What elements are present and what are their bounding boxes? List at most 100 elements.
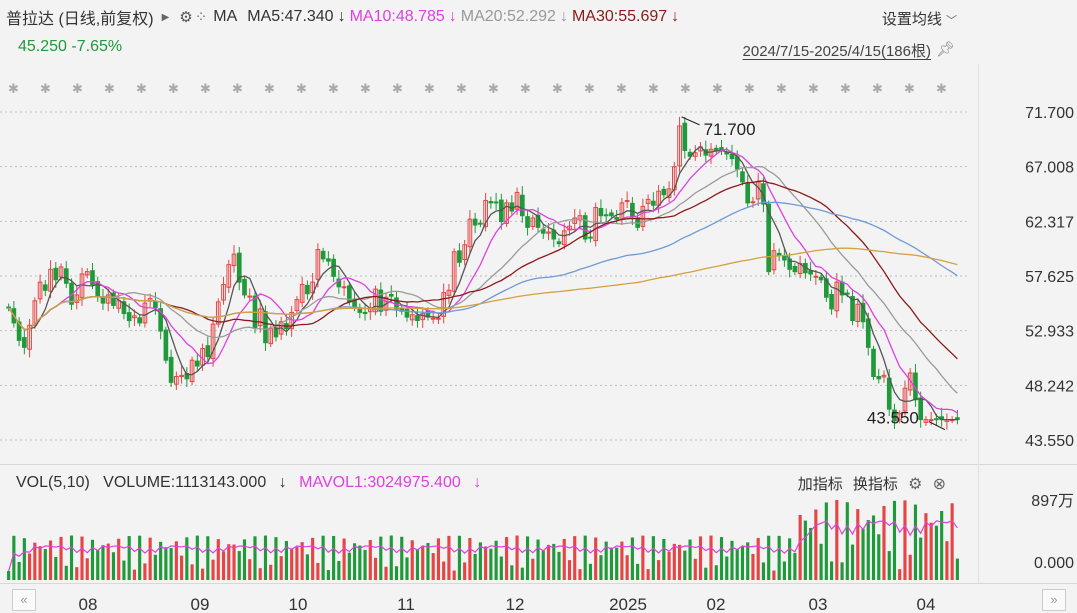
volume-bar (557, 551, 561, 580)
volume-bar (840, 562, 844, 580)
volume-bar (845, 502, 849, 580)
volume-bar (599, 555, 603, 580)
x-tick-label: 10 (289, 595, 308, 613)
scroll-left-button[interactable]: « (12, 589, 36, 611)
candle-down (588, 236, 593, 239)
volume-bar (101, 545, 105, 580)
volume-bar (227, 544, 231, 580)
volume-bar (709, 535, 713, 580)
volume-bar (274, 537, 278, 580)
volume-bar (814, 509, 818, 580)
volume-bar (468, 537, 472, 580)
gear-icon[interactable]: ⚙ (908, 476, 922, 493)
candle-down (844, 292, 850, 295)
candle-down (876, 375, 882, 380)
low-annotation-label: 43.550 (867, 409, 919, 428)
scroll-right-button[interactable]: » (1042, 589, 1066, 611)
volume-bar (38, 546, 42, 580)
event-marker-icon: ✱ (104, 81, 115, 96)
y-tick-label: 71.700 (1025, 105, 1074, 122)
volume-bar (751, 553, 755, 580)
volume-bar (693, 558, 697, 580)
candle-down (871, 348, 876, 377)
volume-bar (216, 539, 220, 580)
candle-down (630, 202, 635, 218)
volume-bar (562, 538, 566, 580)
volume-bar (410, 540, 414, 580)
candle-down (488, 200, 494, 204)
volume-bar (332, 535, 336, 580)
candle-down (326, 258, 331, 262)
ma10-line (8, 148, 958, 414)
volume-bar (934, 525, 938, 580)
candle-down (388, 293, 394, 297)
volume-bar (871, 515, 876, 580)
volume-bar (421, 545, 425, 580)
candle-down (493, 201, 499, 204)
x-tick-label: 12 (506, 595, 525, 613)
volume-bar (22, 538, 26, 580)
event-marker-icon: ✱ (40, 81, 51, 96)
volume-bar (373, 557, 378, 580)
candle-up (928, 419, 934, 422)
event-marker-icon: ✱ (904, 81, 915, 96)
volume-bar (300, 542, 304, 580)
volume-bar (127, 536, 131, 580)
y-tick-label: 52.933 (1025, 324, 1074, 341)
event-marker-icon: ✱ (424, 81, 435, 96)
ma5-line (8, 145, 958, 421)
volume-bar (164, 547, 168, 580)
event-marker-icon: ✱ (168, 81, 179, 96)
volume-bar (955, 558, 959, 580)
add-indicator-button[interactable]: 加指标 (798, 476, 843, 493)
volume-bar (426, 542, 430, 580)
candle-down (682, 122, 688, 151)
volume-bar (531, 558, 535, 580)
switch-indicator-button[interactable]: 换指标 (853, 476, 898, 493)
candle-down (614, 217, 619, 220)
candle-down (22, 337, 27, 348)
volume-bar (232, 544, 236, 580)
y-tick-label: 57.625 (1025, 269, 1074, 286)
volume-bar (305, 554, 309, 580)
event-marker-icon: ✱ (136, 81, 147, 96)
volume-bar (358, 545, 362, 580)
event-marker-icon: ✱ (808, 81, 819, 96)
volume-bar (735, 548, 739, 580)
candle-down (362, 311, 368, 315)
y-tick-label: 43.550 (1025, 433, 1074, 450)
volume-bar (615, 547, 619, 580)
volume-bar (69, 535, 74, 580)
candlestick-chart[interactable]: 71.700 67.008 62.317 57.625 52.933 48.242 43.5… (0, 0, 1077, 613)
event-marker-icon: ✱ (616, 81, 627, 96)
x-tick-label: 11 (397, 595, 415, 613)
volume-bar (43, 549, 47, 580)
volume-bar (620, 541, 624, 580)
candle-down (603, 214, 609, 217)
volume-bar (75, 567, 79, 580)
vol-label: VOL(5,10) (16, 474, 90, 491)
volume-bar (767, 535, 771, 580)
volume-bar (698, 536, 703, 580)
volume-bar (206, 536, 210, 580)
volume-bar (111, 552, 116, 580)
candle-down (53, 267, 59, 281)
volume-bar (447, 535, 451, 580)
volume-bar (913, 504, 918, 580)
volume-bar (489, 548, 493, 580)
close-icon[interactable]: ⊗ (933, 476, 946, 493)
candle-up (436, 317, 441, 320)
volume-bar (200, 568, 205, 580)
volume-bar (473, 553, 477, 580)
candle-down (598, 207, 604, 217)
volume-bar (90, 539, 95, 580)
event-marker-icon: ✱ (776, 81, 787, 96)
volume-bar (384, 566, 388, 580)
y-tick-label: 62.317 (1025, 214, 1074, 231)
mavol1-arrow: ↓ (473, 474, 482, 491)
volume-bar (405, 557, 409, 580)
volume-bar (683, 550, 687, 580)
volume-bar (221, 551, 226, 580)
volume-bar (122, 560, 126, 580)
volume-bar (379, 536, 383, 580)
